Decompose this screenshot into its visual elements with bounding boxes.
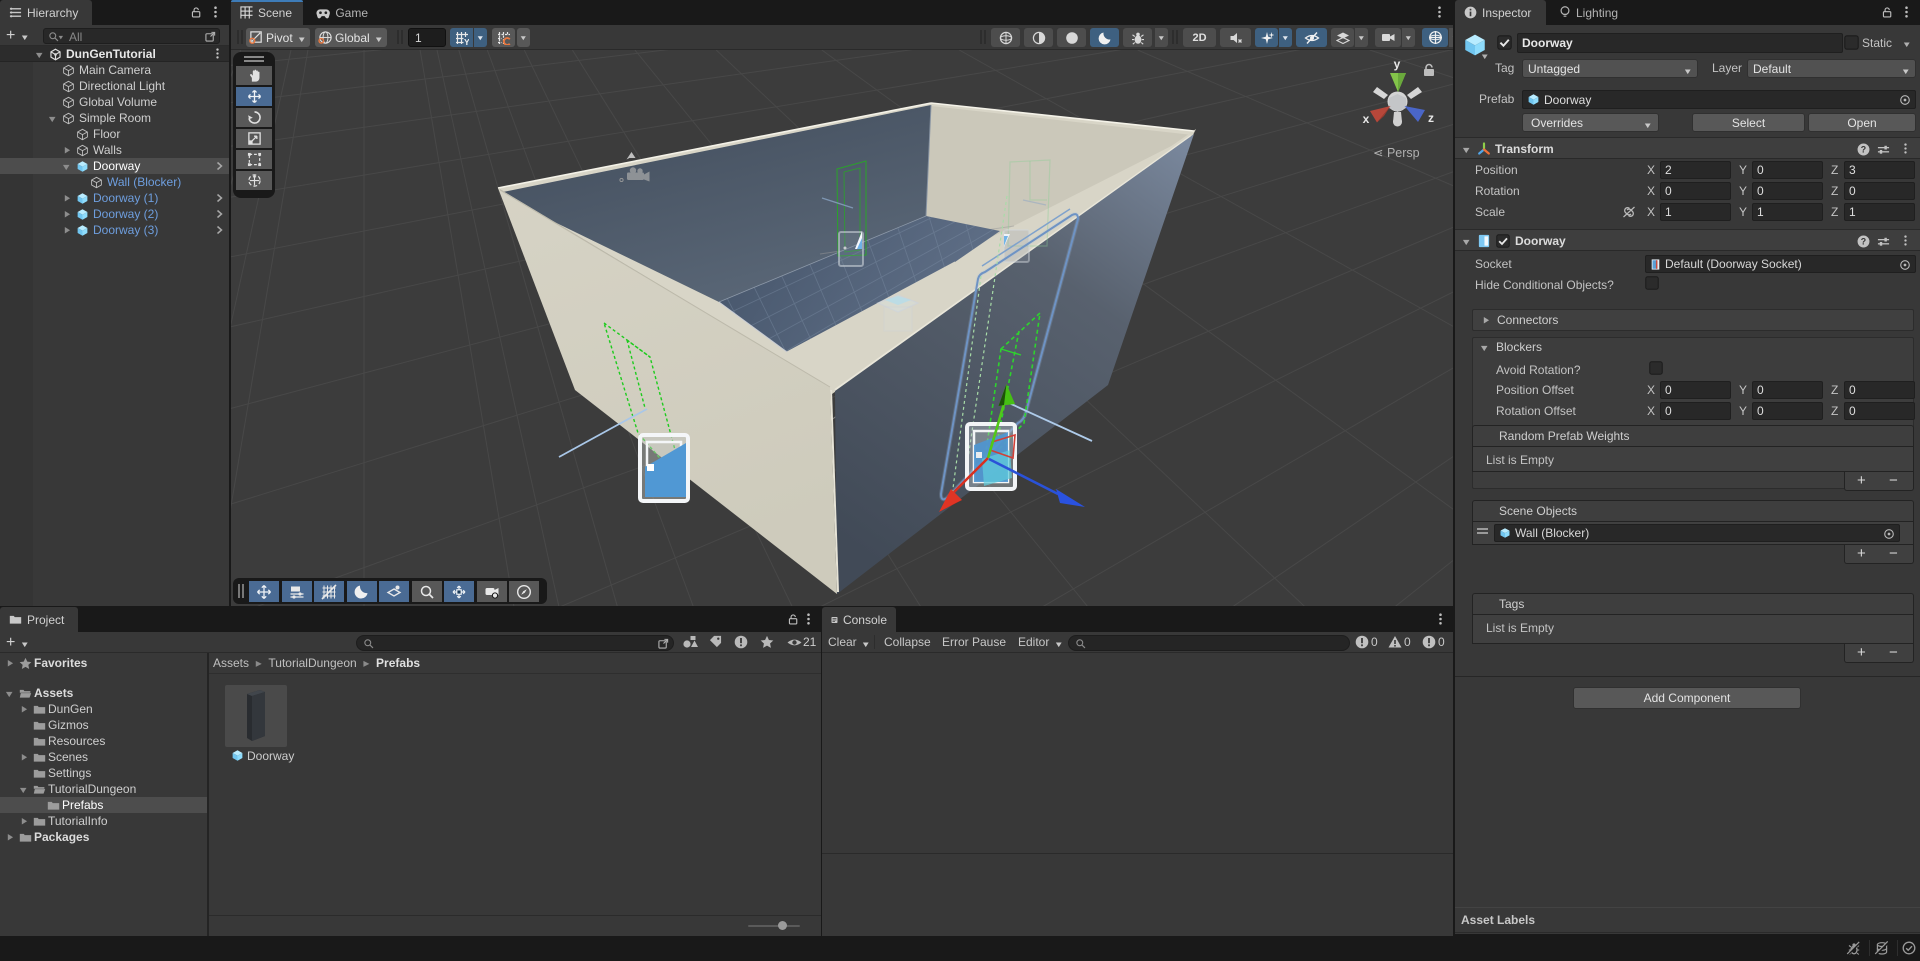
- svg-text:z: z: [1428, 111, 1434, 125]
- svg-text:?: ?: [1861, 144, 1866, 154]
- svg-text:y: y: [1394, 57, 1401, 71]
- svg-text:x: x: [1363, 112, 1370, 126]
- svg-text:⋖ Persp: ⋖ Persp: [1373, 146, 1420, 160]
- svg-text:Y: Y: [464, 37, 469, 45]
- svg-text:?: ?: [1861, 236, 1866, 246]
